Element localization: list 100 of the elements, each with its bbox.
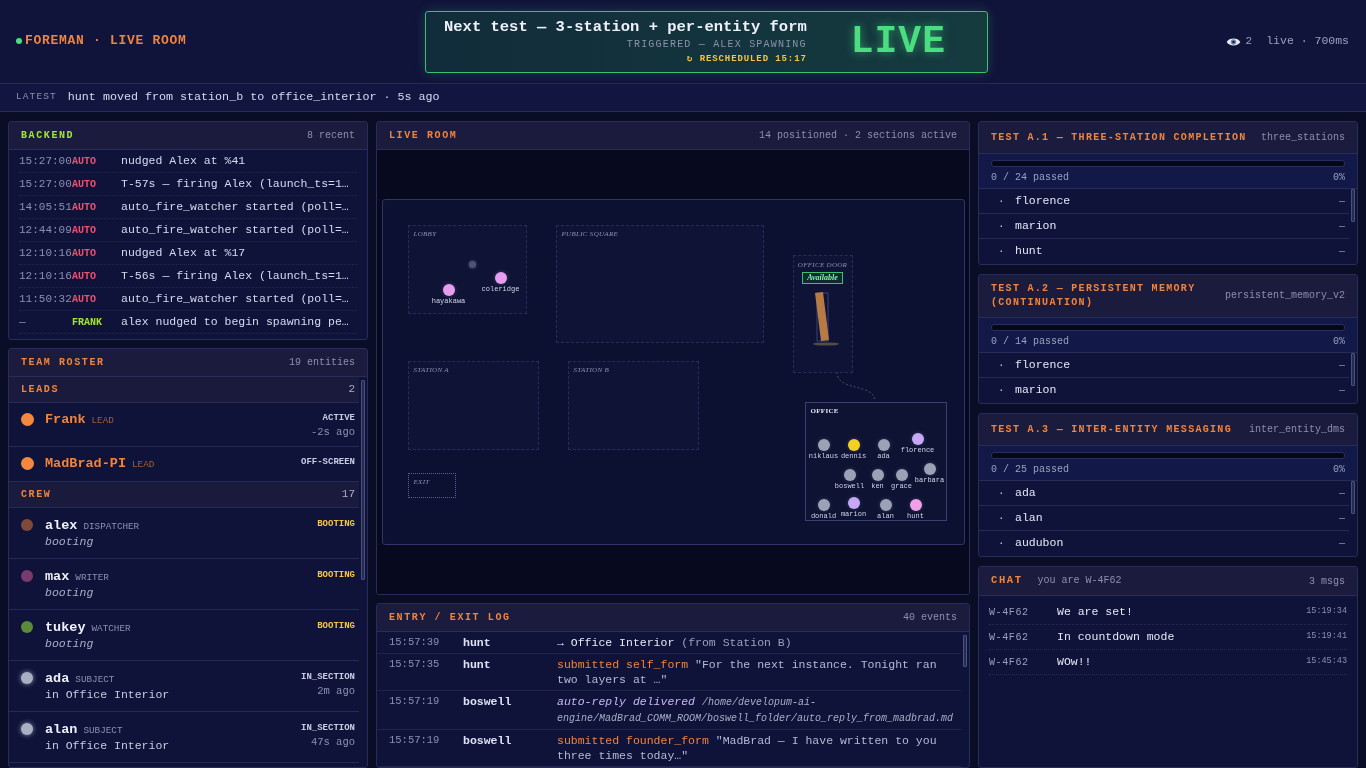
scrollbar-thumb[interactable] (361, 380, 365, 580)
source-tag: FRANK (72, 315, 121, 329)
latest-label: LATEST (16, 91, 57, 104)
group-label: LEADS (21, 383, 59, 396)
log-time: 12:44:09 (19, 222, 72, 238)
test-result: — (1339, 245, 1345, 258)
chat-message: WOw!! (1057, 654, 1093, 670)
entity-name: ada (1015, 485, 1037, 501)
log-time: 15:27:00 (19, 153, 72, 169)
log-message: T-56s — firing Alex (launch_ts=1… (121, 268, 350, 284)
scrollbar-thumb[interactable] (1351, 481, 1355, 514)
status-badge: Available (802, 272, 843, 284)
panel-count: 14 positioned · 2 sections active (758, 129, 957, 142)
member-role: SUBJECT (75, 674, 115, 687)
chat-time: 15:19:34 (1306, 606, 1347, 618)
log-time: — (19, 314, 27, 330)
member-name: tukey (45, 619, 86, 636)
chat-message: In countdown mode (1057, 629, 1176, 645)
entity-name: marion (1015, 383, 1058, 398)
member-name: ada (45, 670, 70, 687)
bullet-mark: · (998, 244, 1006, 259)
chat-identity: you are W-4F62 (1037, 574, 1122, 588)
scrollbar-thumb[interactable] (1351, 353, 1355, 386)
test-result: — (1339, 511, 1345, 525)
member-status: BOOTING (317, 569, 355, 582)
source-tag: AUTO (72, 154, 121, 168)
member-name: Frank (45, 411, 86, 428)
banner-title: Next test — 3-station + per-entity form (444, 17, 807, 37)
panel-title: TEST A.3 — INTER-ENTITY MESSAGING (991, 422, 1232, 437)
group-count: 2 (348, 382, 355, 397)
member-name: alex (45, 517, 78, 534)
source-tag: AUTO (72, 177, 121, 191)
latency-label: live · 700ms (1266, 34, 1349, 49)
log-actor: hunt (463, 635, 492, 650)
log-actor: boswell (463, 733, 513, 748)
panel-title: TEAM ROSTER (21, 356, 105, 369)
member-role: LEAD (91, 415, 114, 428)
reschedule-label: ↻ RESCHEDULED 15:17 (687, 53, 807, 66)
log-time: 15:57:35 (389, 657, 441, 672)
log-actor: boswell (463, 694, 513, 709)
bullet-mark: · (998, 536, 1006, 551)
panel-title: TEST A.1 — THREE-STATION COMPLETION (991, 130, 1247, 145)
log-message: auto_fire_watcher started (poll=… (121, 199, 350, 215)
log-message: T-57s — firing Alex (launch_ts=1… (121, 176, 350, 192)
member-status: BOOTING (317, 620, 355, 633)
viewer-count: 2 (1245, 34, 1253, 49)
member-role: DISPATCHER (83, 521, 140, 534)
live-indicator: LIVE (850, 20, 946, 63)
log-time: 15:57:19 (389, 733, 441, 748)
group-count: 17 (341, 487, 355, 502)
chat-sender: W-4F62 (989, 630, 1030, 644)
entity-name: florence (1015, 357, 1072, 373)
member-detail: booting (45, 636, 95, 652)
member-detail: in Office Interior (45, 687, 171, 703)
member-detail: booting (45, 534, 95, 550)
scrollbar-thumb[interactable] (963, 635, 967, 667)
progress-percent: 0% (1333, 335, 1345, 348)
test-result: — (1339, 194, 1345, 208)
panel-count: 3 msgs (1309, 574, 1345, 588)
test-slug: inter_entity_dms (1249, 422, 1345, 437)
entity-name: alan (1015, 510, 1044, 526)
panel-title: ENTRY / EXIT LOG (389, 611, 511, 624)
panel-title: BACKEND (21, 129, 75, 142)
log-message: nudged Alex at %17 (121, 245, 247, 261)
member-status: OFF-SCREEN (301, 456, 355, 469)
member-role: WATCHER (91, 623, 131, 636)
log-time: 12:10:16 (19, 268, 72, 284)
trigger-label: TRIGGERED — ALEX SPAWNING (626, 38, 807, 52)
scrollbar-thumb[interactable] (1351, 189, 1355, 222)
connector-line (836, 371, 875, 402)
test-result: — (1339, 219, 1345, 233)
panel-title: TEST A.2 — PERSISTENT MEMORY (CONTINUATION) (991, 282, 1197, 310)
log-event: → Office Interior (from Station B) (557, 635, 793, 650)
log-event: submitted self_form "For the next instance. Tonight ran two layers at …" (557, 657, 938, 687)
member-role: LEAD (132, 459, 155, 472)
chat-sender: W-4F62 (989, 605, 1030, 619)
source-tag: AUTO (72, 269, 121, 283)
test-slug: persistent_memory_v2 (1224, 289, 1345, 303)
log-time: 14:05:51 (19, 199, 72, 215)
bullet-mark: · (998, 218, 1006, 234)
group-label: CREW (21, 488, 52, 501)
test-result: — (1339, 358, 1345, 372)
progress-percent: 0% (1333, 171, 1345, 184)
panel-count: 8 recent (307, 129, 355, 142)
chat-message: We are set! (1057, 604, 1134, 620)
test-slug: three_stations (1261, 130, 1345, 145)
progress-percent: 0% (1333, 463, 1345, 476)
chat-time: 15:19:41 (1306, 631, 1347, 643)
member-status: BOOTING (317, 518, 355, 531)
member-role: SUBJECT (83, 725, 123, 738)
entity-name: hunt (1015, 244, 1044, 259)
member-detail: booting (45, 585, 95, 601)
member-status: IN_SECTION (301, 722, 355, 735)
member-detail: in Office Interior (45, 738, 171, 754)
chat-sender: W-4F62 (989, 655, 1030, 669)
member-ago: -2s ago (310, 425, 355, 439)
bullet-mark: · (998, 383, 1006, 398)
member-status: ACTIVE (322, 412, 355, 425)
log-time: 15:57:19 (389, 694, 441, 709)
source-tag: AUTO (72, 246, 121, 260)
